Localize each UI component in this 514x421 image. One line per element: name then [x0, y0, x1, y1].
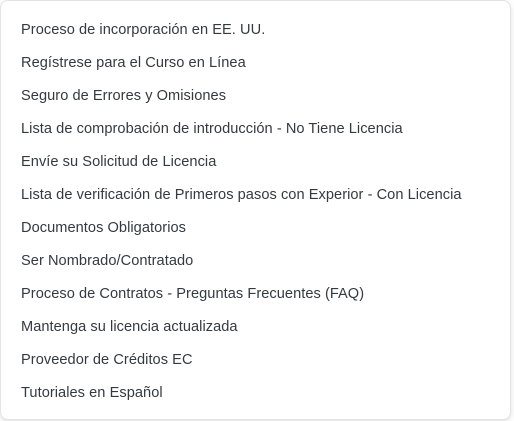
menu-item-appointed-contracted[interactable]: Ser Nombrado/Contratado	[21, 245, 504, 278]
menu-list: Proceso de incorporación en EE. UU. Regí…	[21, 14, 504, 410]
menu-item-spanish-tutorials[interactable]: Tutoriales en Español	[21, 377, 504, 410]
menu-item-keep-license-updated[interactable]: Mantenga su licencia actualizada	[21, 311, 504, 344]
menu-item-submit-license-application[interactable]: Envíe su Solicitud de Licencia	[21, 146, 504, 179]
dropdown-menu: Proceso de incorporación en EE. UU. Regí…	[0, 0, 511, 420]
menu-item-us-onboarding-process[interactable]: Proceso de incorporación en EE. UU.	[21, 14, 504, 47]
menu-item-intro-checklist-unlicensed[interactable]: Lista de comprobación de introducción - …	[21, 113, 504, 146]
menu-item-contracts-faq[interactable]: Proceso de Contratos - Preguntas Frecuen…	[21, 278, 504, 311]
menu-item-ce-credits-provider[interactable]: Proveedor de Créditos EC	[21, 344, 504, 377]
menu-item-first-steps-checklist-licensed[interactable]: Lista de verificación de Primeros pasos …	[21, 179, 504, 212]
menu-item-required-documents[interactable]: Documentos Obligatorios	[21, 212, 504, 245]
menu-item-errors-omissions-insurance[interactable]: Seguro de Errores y Omisiones	[21, 80, 504, 113]
menu-item-register-online-course[interactable]: Regístrese para el Curso en Línea	[21, 47, 504, 80]
